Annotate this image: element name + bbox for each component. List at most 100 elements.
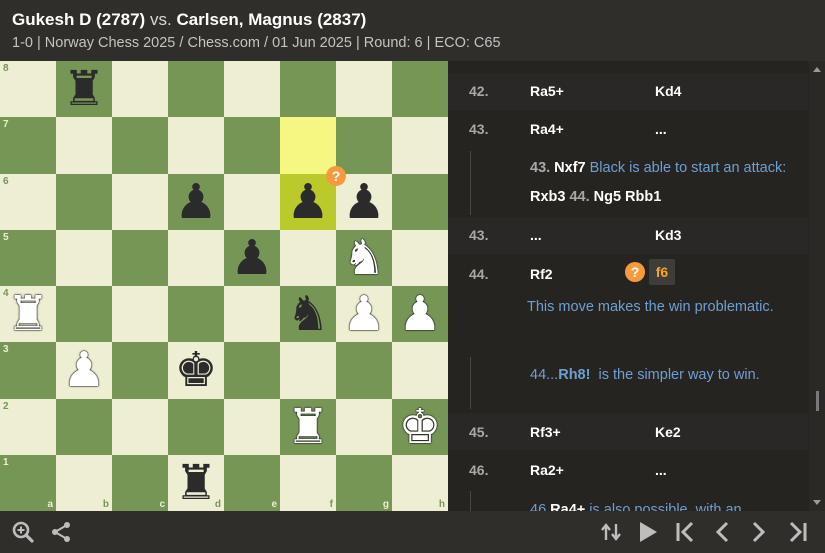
- square-g5[interactable]: ♞: [336, 229, 392, 286]
- square-c4[interactable]: [112, 286, 168, 343]
- square-h1[interactable]: h: [392, 454, 448, 511]
- move-list-scrollbar[interactable]: [809, 61, 825, 511]
- black-pawn-icon[interactable]: ♟: [342, 178, 385, 226]
- white-king-icon[interactable]: ♚: [398, 403, 441, 451]
- square-d1[interactable]: d ♜: [168, 454, 224, 511]
- white-rook-icon[interactable]: ♜: [286, 403, 329, 451]
- square-g1[interactable]: g: [336, 454, 392, 511]
- square-f1[interactable]: f: [280, 454, 336, 511]
- black-pawn-icon[interactable]: ♟: [174, 178, 217, 226]
- scroll-up-arrow-icon[interactable]: [813, 67, 821, 72]
- square-b6[interactable]: [56, 173, 112, 230]
- white-move[interactable]: Ra2+: [530, 462, 564, 478]
- square-a7[interactable]: 7: [0, 117, 56, 174]
- black-move[interactable]: Kd3: [655, 227, 681, 243]
- white-move[interactable]: Rf2: [530, 266, 553, 282]
- white-pawn-icon[interactable]: ♟: [342, 290, 385, 338]
- square-g4[interactable]: ♟: [336, 286, 392, 343]
- square-b5[interactable]: [56, 229, 112, 286]
- square-e8[interactable]: [224, 61, 280, 118]
- square-e5[interactable]: ♟: [224, 229, 280, 286]
- square-f7[interactable]: [280, 117, 336, 174]
- square-e7[interactable]: [224, 117, 280, 174]
- flip-board-icon[interactable]: [598, 511, 624, 553]
- black-move[interactable]: Ke2: [655, 424, 681, 440]
- white-pawn-icon[interactable]: ♟: [398, 290, 441, 338]
- square-d7[interactable]: [168, 117, 224, 174]
- black-knight-icon[interactable]: ♞: [286, 290, 329, 338]
- square-b8[interactable]: ♜: [56, 61, 112, 118]
- square-c5[interactable]: [112, 229, 168, 286]
- square-e2[interactable]: [224, 398, 280, 455]
- square-a4[interactable]: 4 ♜: [0, 286, 56, 343]
- square-h5[interactable]: [392, 229, 448, 286]
- black-rook-icon[interactable]: ♜: [62, 65, 105, 113]
- scroll-down-arrow-icon[interactable]: [813, 500, 821, 505]
- square-c8[interactable]: [112, 61, 168, 118]
- prev-move-icon[interactable]: [709, 511, 735, 553]
- variation-move[interactable]: Rxb3: [530, 189, 565, 205]
- variation-move[interactable]: Ng5: [594, 189, 621, 205]
- next-move-icon[interactable]: [746, 511, 772, 553]
- square-a5[interactable]: 5: [0, 229, 56, 286]
- square-h3[interactable]: [392, 342, 448, 399]
- square-f6[interactable]: ♟?: [280, 165, 346, 230]
- play-icon[interactable]: [635, 511, 661, 553]
- square-a1[interactable]: 1a: [0, 454, 56, 511]
- first-move-icon[interactable]: [671, 511, 699, 553]
- square-h2[interactable]: ♚: [392, 398, 448, 455]
- square-d5[interactable]: [168, 229, 224, 286]
- square-f2[interactable]: ♜: [280, 398, 336, 455]
- white-knight-icon[interactable]: ♞: [342, 234, 385, 282]
- white-rook-icon[interactable]: ♜: [6, 290, 49, 338]
- square-b2[interactable]: [56, 398, 112, 455]
- share-icon[interactable]: [47, 511, 75, 553]
- square-b3[interactable]: ♟: [56, 342, 112, 399]
- square-a8[interactable]: 8: [0, 61, 56, 118]
- black-player-name[interactable]: Carlsen, Magnus (2837): [176, 10, 366, 29]
- square-g6[interactable]: ♟: [336, 173, 392, 230]
- square-a3[interactable]: 3: [0, 342, 56, 399]
- white-move[interactable]: Rf3+: [530, 424, 561, 440]
- square-h7[interactable]: [392, 117, 448, 174]
- square-c3[interactable]: [112, 342, 168, 399]
- black-move[interactable]: Kd4: [655, 83, 681, 99]
- square-a2[interactable]: 2: [0, 398, 56, 455]
- last-move-icon[interactable]: [784, 511, 812, 553]
- square-g2[interactable]: [336, 398, 392, 455]
- white-move[interactable]: Ra4+: [530, 121, 564, 137]
- black-pawn-icon[interactable]: ♟: [230, 234, 273, 282]
- square-f3[interactable]: [280, 342, 336, 399]
- zoom-icon[interactable]: [9, 511, 37, 553]
- square-e1[interactable]: e: [224, 454, 280, 511]
- square-g3[interactable]: [336, 342, 392, 399]
- square-b1[interactable]: b: [56, 454, 112, 511]
- current-move-f6[interactable]: f6: [649, 259, 675, 285]
- square-g7[interactable]: [336, 117, 392, 174]
- square-c2[interactable]: [112, 398, 168, 455]
- square-h6[interactable]: [392, 173, 448, 230]
- scroll-thumb[interactable]: [816, 391, 819, 411]
- variation-move[interactable]: Ra4+: [550, 502, 585, 511]
- black-pawn-icon[interactable]: ♟: [286, 178, 329, 226]
- square-a6[interactable]: 6: [0, 173, 56, 230]
- white-pawn-icon[interactable]: ♟: [62, 346, 105, 394]
- square-d4[interactable]: [168, 286, 224, 343]
- square-h4[interactable]: ♟: [392, 286, 448, 343]
- variation-move[interactable]: Rh8!: [558, 367, 590, 383]
- black-rook-icon[interactable]: ♜: [174, 459, 217, 507]
- square-d3[interactable]: ♚: [168, 342, 224, 399]
- square-e3[interactable]: [224, 342, 280, 399]
- black-king-icon[interactable]: ♚: [174, 346, 217, 394]
- square-b4[interactable]: [56, 286, 112, 343]
- square-h8[interactable]: [392, 61, 448, 118]
- square-e6[interactable]: [224, 173, 280, 230]
- square-d2[interactable]: [168, 398, 224, 455]
- square-g8[interactable]: [336, 61, 392, 118]
- square-f8[interactable]: [280, 61, 336, 118]
- variation-move[interactable]: Nxf7: [554, 160, 585, 176]
- white-player-name[interactable]: Gukesh D (2787): [12, 10, 145, 29]
- square-c1[interactable]: c: [112, 454, 168, 511]
- square-e4[interactable]: [224, 286, 280, 343]
- square-b7[interactable]: [56, 117, 112, 174]
